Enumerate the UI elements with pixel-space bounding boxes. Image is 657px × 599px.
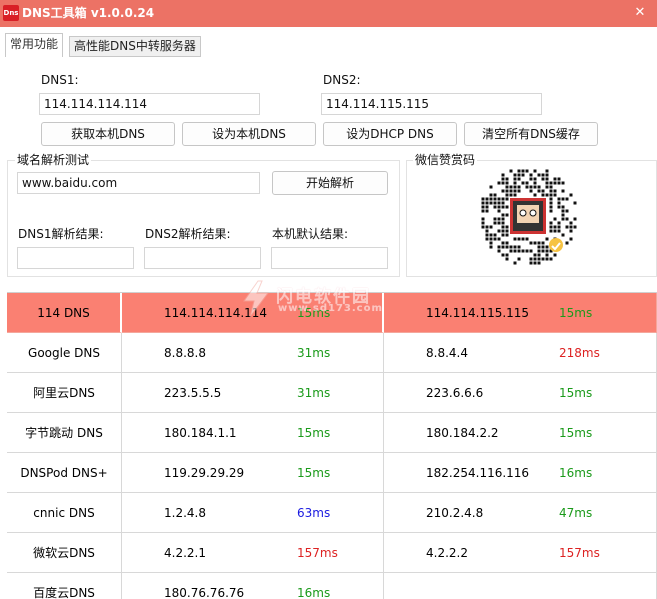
primary-ip: 8.8.8.8 xyxy=(122,333,384,373)
primary-latency: 15ms xyxy=(297,426,331,440)
dns-server-name: 百度云DNS xyxy=(7,573,122,599)
dns1-label: DNS1: xyxy=(41,73,79,87)
secondary-ip: 223.6.6.6 xyxy=(384,373,657,413)
resolve-test-title: 域名解析测试 xyxy=(15,153,92,167)
primary-ip: 4.2.2.1 xyxy=(122,533,384,573)
dns-server-table: 114 DNS 114.114.114.114 114.114.115.115 15m… xyxy=(7,292,657,599)
start-resolve-button[interactable]: 开始解析 xyxy=(272,171,388,195)
primary-latency: 15ms xyxy=(297,306,331,320)
tab-common-functions[interactable]: 常用功能 xyxy=(5,33,64,58)
secondary-ip: 210.2.4.8 xyxy=(384,493,657,533)
secondary-ip xyxy=(384,573,657,599)
dns-server-row[interactable]: 字节跳动 DNS 180.184.1.1 180.184.2.2 15ms 15ms xyxy=(7,413,657,453)
close-button[interactable]: ✕ xyxy=(623,0,657,27)
get-local-dns-button[interactable]: 获取本机DNS xyxy=(41,122,175,146)
primary-latency: 15ms xyxy=(297,466,331,480)
primary-latency: 16ms xyxy=(297,586,331,599)
dns2-label: DNS2: xyxy=(323,73,361,87)
wechat-qr-code xyxy=(477,165,579,267)
dns-server-name: cnnic DNS xyxy=(7,493,122,533)
dns-server-row[interactable]: 阿里云DNS 223.5.5.5 223.6.6.6 31ms 15ms xyxy=(7,373,657,413)
dns1-result-label: DNS1解析结果: xyxy=(18,227,104,241)
secondary-ip: 114.114.115.115 xyxy=(384,293,657,333)
dns-server-row[interactable]: cnnic DNS 1.2.4.8 210.2.4.8 63ms 47ms xyxy=(7,493,657,533)
secondary-latency: 15ms xyxy=(559,426,593,440)
app-logo-icon: Dns xyxy=(3,5,19,21)
primary-latency: 31ms xyxy=(297,386,331,400)
secondary-ip: 4.2.2.2 xyxy=(384,533,657,573)
primary-ip: 223.5.5.5 xyxy=(122,373,384,413)
secondary-latency: 15ms xyxy=(559,386,593,400)
dns-server-name: 字节跳动 DNS xyxy=(7,413,122,453)
primary-ip: 180.184.1.1 xyxy=(122,413,384,453)
set-dhcp-dns-button[interactable]: 设为DHCP DNS xyxy=(323,122,457,146)
set-local-dns-button[interactable]: 设为本机DNS xyxy=(182,122,316,146)
dns-server-name: 微软云DNS xyxy=(7,533,122,573)
dns2-result-label: DNS2解析结果: xyxy=(145,227,231,241)
secondary-latency: 15ms xyxy=(559,306,593,320)
secondary-latency: 157ms xyxy=(559,546,600,560)
primary-ip: 1.2.4.8 xyxy=(122,493,384,533)
dns-server-row[interactable]: 微软云DNS 4.2.2.1 4.2.2.2 157ms 157ms xyxy=(7,533,657,573)
primary-ip: 180.76.76.76 xyxy=(122,573,384,599)
secondary-ip: 182.254.116.116 xyxy=(384,453,657,493)
primary-ip: 119.29.29.29 xyxy=(122,453,384,493)
title-bar: Dns DNS工具箱 v1.0.0.24 ✕ xyxy=(0,0,657,27)
primary-latency: 63ms xyxy=(297,506,331,520)
donate-title: 微信赞赏码 xyxy=(413,153,478,167)
local-result-field[interactable] xyxy=(271,247,388,269)
dns2-result-field[interactable] xyxy=(144,247,261,269)
dns1-result-field[interactable] xyxy=(17,247,134,269)
dns-server-name: Google DNS xyxy=(7,333,122,373)
primary-ip: 114.114.114.114 xyxy=(122,293,384,333)
dns1-input[interactable]: 114.114.114.114 xyxy=(39,93,260,115)
domain-input[interactable]: www.baidu.com xyxy=(17,172,260,194)
dns-server-name: DNSPod DNS+ xyxy=(7,453,122,493)
primary-latency: 157ms xyxy=(297,546,338,560)
secondary-latency: 16ms xyxy=(559,466,593,480)
dns-server-name: 阿里云DNS xyxy=(7,373,122,413)
window-title: DNS工具箱 v1.0.0.24 xyxy=(22,6,155,20)
dns-server-row[interactable]: Google DNS 8.8.8.8 8.8.4.4 31ms 218ms xyxy=(7,333,657,373)
secondary-latency: 218ms xyxy=(559,346,600,360)
dns-server-row[interactable]: 百度云DNS 180.76.76.76 16ms xyxy=(7,573,657,599)
dns-server-name: 114 DNS xyxy=(7,293,122,333)
dns-server-row[interactable]: 114 DNS 114.114.114.114 114.114.115.115 15m… xyxy=(7,293,657,333)
tab-dns-relay-server[interactable]: 高性能DNS中转服务器 xyxy=(69,36,201,57)
secondary-ip: 180.184.2.2 xyxy=(384,413,657,453)
clear-dns-cache-button[interactable]: 清空所有DNS缓存 xyxy=(464,122,598,146)
local-result-label: 本机默认结果: xyxy=(272,227,349,241)
tab-bar: 常用功能 高性能DNS中转服务器 xyxy=(0,27,657,58)
dns-server-row[interactable]: DNSPod DNS+ 119.29.29.29 182.254.116.116 15… xyxy=(7,453,657,493)
dns2-input[interactable]: 114.114.115.115 xyxy=(321,93,542,115)
primary-latency: 31ms xyxy=(297,346,331,360)
secondary-latency: 47ms xyxy=(559,506,593,520)
secondary-ip: 8.8.4.4 xyxy=(384,333,657,373)
